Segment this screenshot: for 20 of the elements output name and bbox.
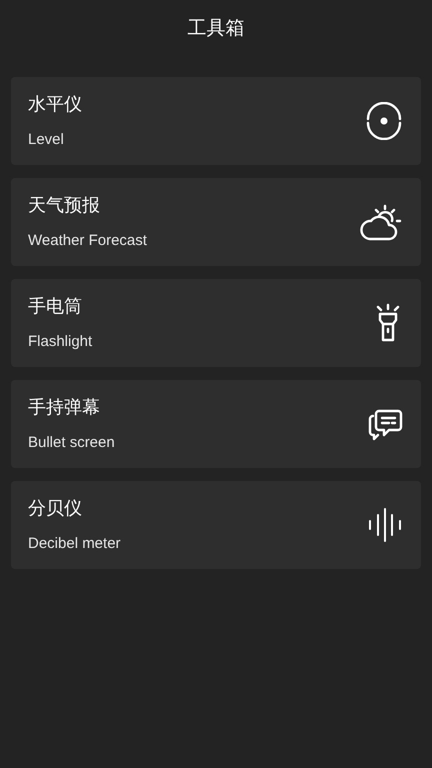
tool-subtitle: Flashlight — [28, 332, 92, 352]
tool-name: 水平仪 — [28, 92, 82, 117]
cloud-sun-icon — [359, 202, 403, 242]
tool-name: 手电筒 — [28, 294, 83, 319]
tool-subtitle: Bullet screen — [28, 432, 115, 453]
tool-subtitle: Decibel meter — [28, 534, 121, 554]
chat-bubbles-icon — [367, 407, 403, 441]
sound-wave-icon — [367, 507, 403, 543]
tool-subtitle: Level — [28, 130, 65, 150]
tool-name: 天气预报 — [28, 194, 101, 218]
tool-card[interactable]: 分贝仪 Decibel meter — [11, 481, 421, 569]
tool-card[interactable]: 水平仪 Level — [11, 77, 421, 165]
page-title: 工具箱 — [188, 16, 244, 41]
tool-subtitle: Weather Forecast — [28, 230, 147, 251]
tool-card[interactable]: 手持弹幕 Bullet screen — [11, 380, 421, 468]
tool-name: 手持弹幕 — [28, 396, 101, 420]
tool-name: 分贝仪 — [28, 496, 83, 521]
tool-card[interactable]: 手电筒 Flashlight — [11, 279, 421, 367]
tool-card[interactable]: 天气预报 Weather Forecast — [11, 178, 421, 266]
target-icon — [365, 102, 403, 140]
